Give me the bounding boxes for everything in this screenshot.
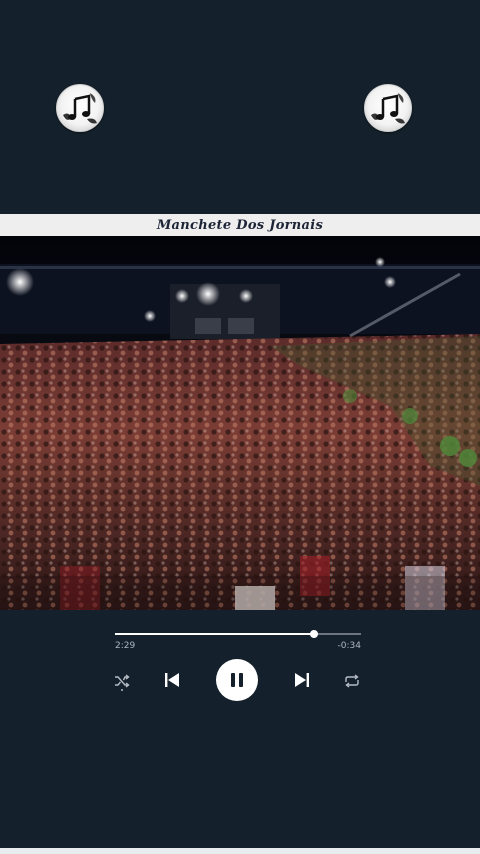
music-note-icon	[56, 84, 104, 132]
repeat-icon	[345, 674, 359, 688]
elapsed-time: 2:29	[115, 641, 136, 651]
shuffle-button[interactable]	[112, 671, 132, 691]
remaining-time: -0:34	[337, 641, 361, 651]
repeat-button[interactable]	[342, 671, 362, 691]
music-note-icon	[364, 84, 412, 132]
song-title: Manchete Dos Jornais	[156, 217, 324, 233]
player-controls: 2:29 -0:34	[0, 610, 480, 848]
seek-bar-thumb[interactable]	[310, 630, 319, 638]
seek-bar-progress	[115, 633, 315, 635]
previous-button[interactable]	[162, 670, 182, 690]
skip-previous-icon	[165, 673, 179, 687]
header-area	[0, 0, 480, 214]
pause-icon	[231, 673, 243, 687]
song-title-bar: Manchete Dos Jornais	[0, 214, 480, 236]
bottom-edge	[0, 848, 480, 854]
shuffle-icon	[115, 674, 130, 691]
pause-button[interactable]	[216, 659, 258, 701]
next-button[interactable]	[292, 670, 312, 690]
video-frame-concert-crowd[interactable]	[0, 236, 480, 610]
seek-bar[interactable]	[115, 630, 361, 638]
skip-next-icon	[295, 673, 309, 687]
